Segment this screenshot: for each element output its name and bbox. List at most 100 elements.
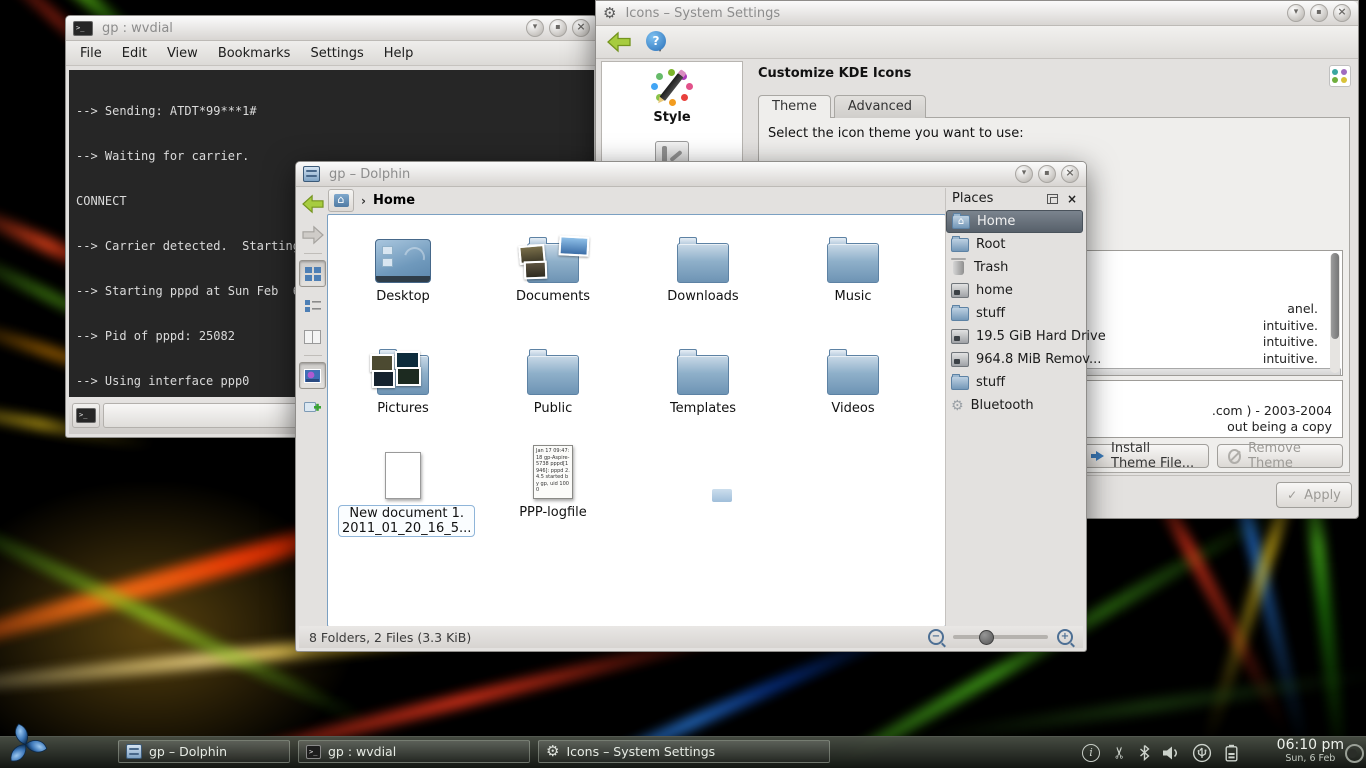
folder-icon (951, 238, 969, 252)
digital-clock[interactable]: 06:10 pm Sun, 6 Feb (1277, 738, 1344, 766)
klipper-scissors-icon[interactable] (1110, 746, 1129, 759)
place-stuff[interactable]: stuff (946, 302, 1083, 325)
panel-cashew-icon[interactable] (1345, 744, 1364, 763)
breadcrumb-label[interactable]: Home (373, 193, 415, 208)
close-button[interactable] (1333, 4, 1351, 22)
menu-view[interactable]: View (167, 46, 198, 61)
place-home-partition[interactable]: home (946, 279, 1083, 302)
preview-button[interactable] (299, 362, 326, 389)
file-item-public[interactable]: Public (488, 337, 618, 416)
place-bluetooth[interactable]: Bluetooth (946, 394, 1083, 417)
place-stuff-2[interactable]: stuff (946, 371, 1083, 394)
breadcrumb-home-button[interactable] (328, 189, 354, 212)
file-item-templates[interactable]: Templates (638, 337, 768, 416)
apply-button[interactable]: Apply (1276, 482, 1352, 508)
close-button[interactable] (572, 19, 590, 37)
theme-prompt: Select the icon theme you want to use: (768, 126, 1024, 141)
scrollbar[interactable] (1330, 253, 1340, 373)
menu-file[interactable]: File (80, 46, 102, 61)
back-button[interactable] (300, 191, 325, 216)
file-item-desktop[interactable]: Desktop (338, 225, 468, 304)
minimize-button[interactable] (1015, 165, 1033, 183)
zoom-in-icon[interactable] (1057, 629, 1073, 645)
info-icon[interactable] (1082, 744, 1100, 762)
zoom-slider[interactable] (953, 635, 1048, 639)
file-item-documents[interactable]: Documents (488, 225, 618, 304)
volume-icon[interactable] (1163, 746, 1179, 760)
folder-icon (527, 243, 579, 283)
drive-icon (951, 352, 969, 367)
close-panel-icon[interactable] (1067, 194, 1077, 204)
place-removable[interactable]: 964.8 MiB Remov... (946, 348, 1083, 371)
system-settings-window-title: Icons – System Settings (616, 6, 1287, 21)
maximize-button[interactable] (1310, 4, 1328, 22)
icons-view-button[interactable] (299, 260, 326, 287)
detach-panel-icon[interactable] (1047, 194, 1058, 204)
file-item-downloads[interactable]: Downloads (638, 225, 768, 304)
task-konsole[interactable]: gp : wvdial (298, 740, 530, 763)
tab-bar: Theme Advanced (758, 95, 929, 118)
status-text: 8 Folders, 2 Files (3.3 KiB) (309, 630, 471, 645)
menu-bookmarks[interactable]: Bookmarks (218, 46, 291, 61)
dolphin-toolbar (299, 191, 326, 420)
columns-view-button[interactable] (300, 324, 325, 349)
divider (304, 253, 322, 254)
remove-theme-button[interactable]: Remove Theme (1217, 444, 1343, 468)
konsole-titlebar[interactable]: gp : wvdial (66, 16, 597, 41)
close-button[interactable] (1061, 165, 1079, 183)
minimize-button[interactable] (1287, 4, 1305, 22)
place-home[interactable]: Home (946, 210, 1083, 233)
forward-button[interactable] (300, 222, 325, 247)
place-label: stuff (976, 375, 1005, 390)
dolphin-window-icon (303, 166, 320, 182)
place-label: Home (977, 214, 1015, 229)
place-trash[interactable]: Trash (946, 256, 1083, 279)
app-launcher-button[interactable] (2, 721, 49, 768)
scrollbar-thumb[interactable] (1331, 253, 1339, 339)
sidebar-item-label: Style (602, 110, 742, 125)
selected-file-label: New document 1. 2011_01_20_16_5... (338, 505, 475, 537)
dolphin-file-view[interactable]: Desktop Documents Downloads Music Pictur… (327, 214, 946, 627)
battery-icon[interactable] (1225, 744, 1238, 762)
zoom-controls (928, 629, 1073, 645)
zoom-out-icon[interactable] (928, 629, 944, 645)
details-view-button[interactable] (300, 293, 325, 318)
install-theme-button[interactable]: Install Theme File... (1077, 444, 1209, 468)
tab-theme[interactable]: Theme (758, 95, 831, 118)
system-settings-titlebar[interactable]: Icons – System Settings (596, 1, 1358, 26)
task-dolphin[interactable]: gp – Dolphin (118, 740, 290, 763)
file-item-music[interactable]: Music (788, 225, 918, 304)
folder-icon (377, 355, 429, 395)
back-button[interactable] (606, 31, 632, 53)
task-system-settings[interactable]: Icons – System Settings (538, 740, 830, 763)
file-item-ppp-logfile[interactable]: Jan 17 09:47:18 gp-Aspire-5738 pppd[1946… (488, 437, 618, 520)
install-theme-label: Install Theme File... (1111, 441, 1198, 471)
maximize-button[interactable] (549, 19, 567, 37)
konsole-window-icon (73, 21, 93, 36)
new-tab-button[interactable] (72, 403, 100, 428)
minimize-button[interactable] (526, 19, 544, 37)
file-item-videos[interactable]: Videos (788, 337, 918, 416)
place-label: stuff (976, 306, 1005, 321)
menu-settings[interactable]: Settings (310, 46, 363, 61)
sidebar-item-style[interactable]: Style (602, 62, 742, 125)
zoom-slider-handle[interactable] (979, 630, 994, 645)
maximize-button[interactable] (1038, 165, 1056, 183)
menu-help[interactable]: Help (384, 46, 414, 61)
place-hard-drive[interactable]: 19.5 GiB Hard Drive (946, 325, 1083, 348)
window-dolphin: gp – Dolphin Home (295, 161, 1087, 652)
desktop-folder-icon (375, 239, 431, 283)
bluetooth-icon[interactable] (1139, 744, 1150, 761)
help-button[interactable] (646, 31, 662, 54)
taskbar-panel: gp – Dolphin gp : wvdial Icons – System … (0, 736, 1366, 768)
dolphin-titlebar[interactable]: gp – Dolphin (296, 162, 1086, 187)
file-item-new-document[interactable]: New document 1. 2011_01_20_16_5... (338, 437, 468, 537)
place-root[interactable]: Root (946, 233, 1083, 256)
clock-date: Sun, 6 Feb (1277, 752, 1344, 766)
menu-edit[interactable]: Edit (122, 46, 147, 61)
home-icon (334, 194, 349, 207)
split-view-button[interactable] (300, 395, 325, 420)
device-notifier-icon[interactable] (1192, 743, 1212, 763)
file-item-pictures[interactable]: Pictures (338, 337, 468, 416)
tab-advanced[interactable]: Advanced (834, 95, 926, 118)
